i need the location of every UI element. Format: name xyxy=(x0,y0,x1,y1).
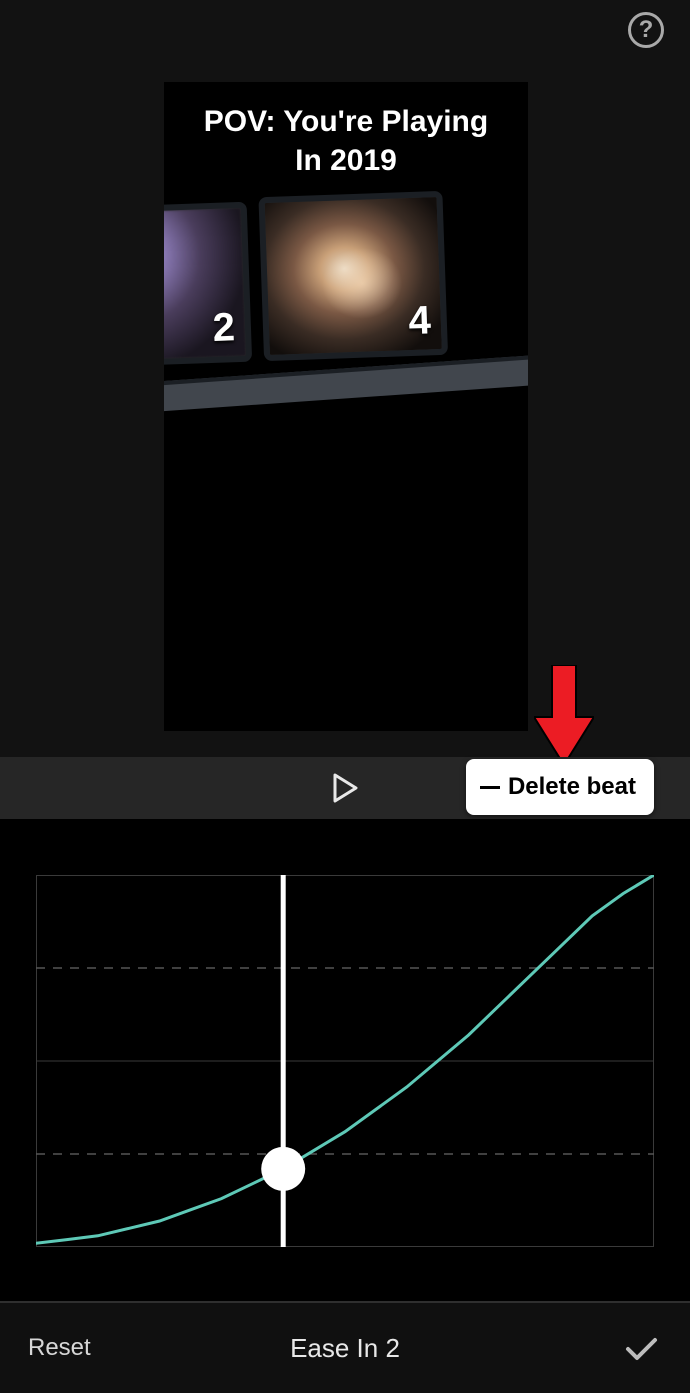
play-button[interactable] xyxy=(325,768,365,808)
minus-icon xyxy=(480,786,500,789)
reset-button[interactable]: Reset xyxy=(28,1334,91,1362)
play-icon xyxy=(332,773,358,803)
play-bar: Delete beat xyxy=(0,757,690,819)
confirm-button[interactable] xyxy=(620,1327,662,1369)
reset-label: Reset xyxy=(28,1334,91,1361)
easing-curve-graph[interactable] xyxy=(36,875,654,1247)
delete-beat-button[interactable]: Delete beat xyxy=(466,759,654,815)
video-preview[interactable]: POV: You're Playing In 2019 2 4 xyxy=(164,82,528,731)
help-button[interactable]: ? xyxy=(624,8,668,52)
bottom-bar: Reset Ease In 2 xyxy=(0,1303,690,1393)
thumbnail-number: 2 xyxy=(212,305,236,351)
easing-mode-label: Ease In 2 xyxy=(290,1333,400,1364)
delete-beat-label: Delete beat xyxy=(508,773,636,801)
check-icon xyxy=(622,1329,660,1367)
preview-caption: POV: You're Playing In 2019 xyxy=(164,102,528,180)
thumbnail-number: 4 xyxy=(408,298,432,344)
easing-curve-panel xyxy=(0,819,690,1301)
thumbnail-card: 2 xyxy=(164,202,252,368)
preview-thumbnails: 2 4 xyxy=(164,191,528,405)
help-icon: ? xyxy=(628,12,664,48)
annotation-arrow-icon xyxy=(534,665,594,765)
help-glyph: ? xyxy=(639,16,654,44)
thumbnail-card: 4 xyxy=(258,191,448,361)
